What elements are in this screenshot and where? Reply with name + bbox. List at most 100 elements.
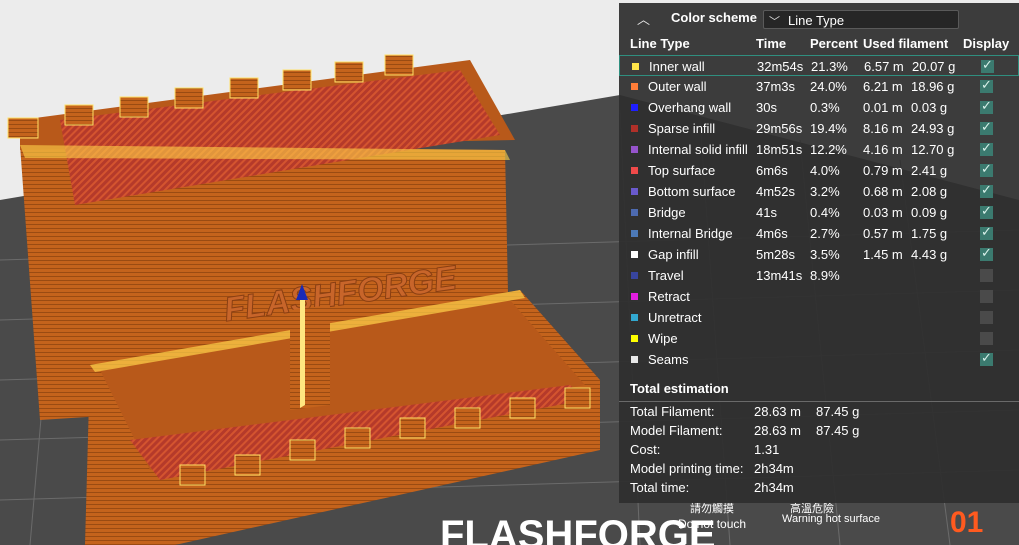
legend-row[interactable]: Wipe <box>619 328 1019 349</box>
display-checkbox[interactable] <box>980 332 993 345</box>
display-checkbox[interactable] <box>980 161 993 177</box>
legend-row[interactable]: Unretract <box>619 307 1019 328</box>
line-time: 37m3s <box>756 79 796 94</box>
color-swatch <box>631 209 638 216</box>
line-percent: 2.7% <box>810 226 840 241</box>
line-type-name: Seams <box>648 352 689 367</box>
legend-row[interactable]: Internal Bridge 4m6s 2.7% 0.57 m 1.75 g <box>619 223 1019 244</box>
display-checkbox[interactable] <box>981 57 994 73</box>
total-label: Total Filament: <box>630 404 715 419</box>
display-checkbox[interactable] <box>980 77 993 93</box>
plate-logo: FLASHFORGE <box>440 513 716 545</box>
display-checkbox[interactable] <box>980 182 993 198</box>
legend-panel: ︿ Color scheme ﹀ Line Type Line Type Tim… <box>619 3 1019 503</box>
line-type-name: Inner wall <box>649 59 705 74</box>
line-weight: 20.07 g <box>912 59 956 74</box>
line-type-name: Sparse infill <box>648 121 716 136</box>
line-length: 0.03 m <box>863 205 903 220</box>
total-label: Model printing time: <box>630 461 744 476</box>
line-type-name: Wipe <box>648 331 678 346</box>
line-type-name: Unretract <box>648 310 702 325</box>
legend-row[interactable]: Internal solid infill 18m51s 12.2% 4.16 m 12… <box>619 139 1019 160</box>
line-type-name: Internal Bridge <box>648 226 733 241</box>
line-length: 0.57 m <box>863 226 903 241</box>
total-length: 2h34m <box>754 461 794 476</box>
total-weight: 87.45 g <box>816 423 860 438</box>
line-percent: 19.4% <box>810 121 847 136</box>
legend-row[interactable]: Outer wall 37m3s 24.0% 6.21 m 18.96 g <box>619 76 1019 97</box>
legend-row[interactable]: Bottom surface 4m52s 3.2% 0.68 m 2.08 g <box>619 181 1019 202</box>
legend-row[interactable]: Gap infill 5m28s 3.5% 1.45 m 4.43 g <box>619 244 1019 265</box>
line-type-name: Overhang wall <box>648 100 732 115</box>
color-swatch <box>631 125 638 132</box>
color-swatch <box>631 146 638 153</box>
line-time: 18m51s <box>756 142 803 157</box>
color-swatch <box>631 293 638 300</box>
line-type-name: Travel <box>648 268 684 283</box>
display-checkbox[interactable] <box>980 350 993 366</box>
color-scheme-title: Color scheme <box>671 10 757 25</box>
display-checkbox[interactable] <box>980 269 993 282</box>
col-used-filament: Used filament <box>863 36 949 51</box>
total-length: 1.31 <box>754 442 780 457</box>
color-swatch <box>631 230 638 237</box>
display-checkbox[interactable] <box>980 119 993 135</box>
display-checkbox[interactable] <box>980 224 993 240</box>
line-percent: 24.0% <box>810 79 847 94</box>
line-type-name: Bottom surface <box>648 184 736 199</box>
line-time: 29m56s <box>756 121 803 136</box>
display-checkbox[interactable] <box>980 245 993 261</box>
legend-row[interactable]: Retract <box>619 286 1019 307</box>
line-percent: 8.9% <box>810 268 840 283</box>
line-weight: 24.93 g <box>911 121 955 136</box>
line-time: 41s <box>756 205 777 220</box>
display-checkbox[interactable] <box>980 311 993 324</box>
color-scheme-select[interactable]: ﹀ Line Type <box>763 10 959 29</box>
line-percent: 12.2% <box>810 142 847 157</box>
legend-row[interactable]: Bridge 41s 0.4% 0.03 m 0.09 g <box>619 202 1019 223</box>
line-weight: 2.08 g <box>911 184 948 199</box>
legend-row[interactable]: Overhang wall 30s 0.3% 0.01 m 0.03 g <box>619 97 1019 118</box>
legend-row[interactable]: Seams <box>619 349 1019 370</box>
line-time: 6m6s <box>756 163 788 178</box>
total-label: Total time: <box>630 480 690 495</box>
total-label: Model Filament: <box>630 423 723 438</box>
color-swatch <box>631 272 638 279</box>
legend-row[interactable]: Top surface 6m6s 4.0% 0.79 m 2.41 g <box>619 160 1019 181</box>
color-swatch <box>631 335 638 342</box>
display-checkbox[interactable] <box>980 140 993 156</box>
display-checkbox[interactable] <box>980 203 993 219</box>
line-time: 13m41s <box>756 268 803 283</box>
total-estimation-title: Total estimation <box>630 381 729 396</box>
color-swatch <box>631 83 638 90</box>
total-row: Cost: 1.31 <box>619 442 1019 461</box>
line-length: 4.16 m <box>863 142 903 157</box>
display-checkbox[interactable] <box>980 290 993 303</box>
display-checkbox[interactable] <box>980 98 993 114</box>
legend-row[interactable]: Sparse infill 29m56s 19.4% 8.16 m 24.93 g <box>619 118 1019 139</box>
line-time: 30s <box>756 100 777 115</box>
legend-row[interactable]: Travel 13m41s 8.9% <box>619 265 1019 286</box>
total-label: Cost: <box>630 442 661 457</box>
line-length: 1.45 m <box>863 247 903 262</box>
col-line-type: Line Type <box>630 36 690 51</box>
color-scheme-header: ︿ Color scheme ﹀ Line Type <box>619 3 1019 33</box>
line-length: 0.68 m <box>863 184 903 199</box>
color-swatch <box>631 104 638 111</box>
line-weight: 12.70 g <box>911 142 955 157</box>
line-length: 8.16 m <box>863 121 903 136</box>
line-length: 6.21 m <box>863 79 903 94</box>
collapse-icon[interactable]: ︿ <box>637 9 650 28</box>
line-weight: 2.41 g <box>911 163 948 178</box>
line-weight: 1.75 g <box>911 226 948 241</box>
col-display: Display <box>963 36 1010 51</box>
color-swatch <box>631 356 638 363</box>
line-time: 5m28s <box>756 247 796 262</box>
line-type-name: Outer wall <box>648 79 707 94</box>
chevron-down-icon: ﹀ <box>769 16 780 28</box>
color-swatch <box>632 63 639 70</box>
line-weight: 18.96 g <box>911 79 955 94</box>
line-time: 4m6s <box>756 226 788 241</box>
legend-row[interactable]: Inner wall 32m54s 21.3% 6.57 m 20.07 g <box>619 55 1019 76</box>
total-row: Total time: 2h34m <box>619 480 1019 499</box>
